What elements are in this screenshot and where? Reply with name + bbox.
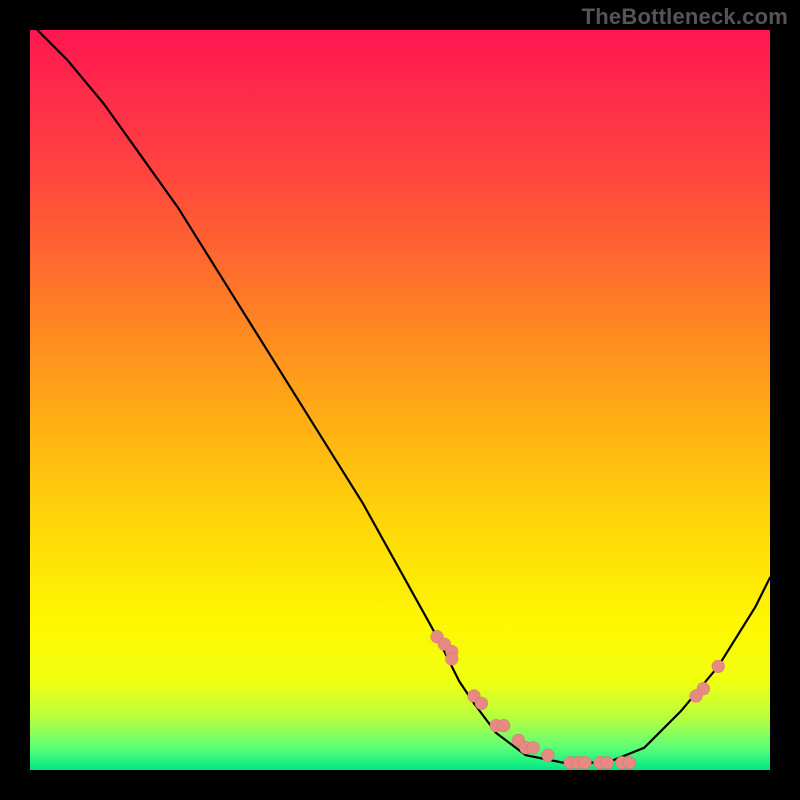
bottleneck-curve [37,30,770,763]
marker-dot [542,749,555,762]
marker-dot [601,756,614,769]
marker-dot [579,756,592,769]
chart-overlay [30,30,770,770]
marker-dot [623,756,636,769]
chart-frame: TheBottleneck.com [0,0,800,800]
plot-area [30,30,770,770]
marker-dot [712,660,725,673]
watermark-text: TheBottleneck.com [582,4,788,30]
marker-dot [445,653,458,666]
marker-group [431,630,725,769]
marker-dot [527,741,540,754]
marker-dot [697,682,710,695]
marker-dot [497,719,510,732]
marker-dot [475,697,488,710]
